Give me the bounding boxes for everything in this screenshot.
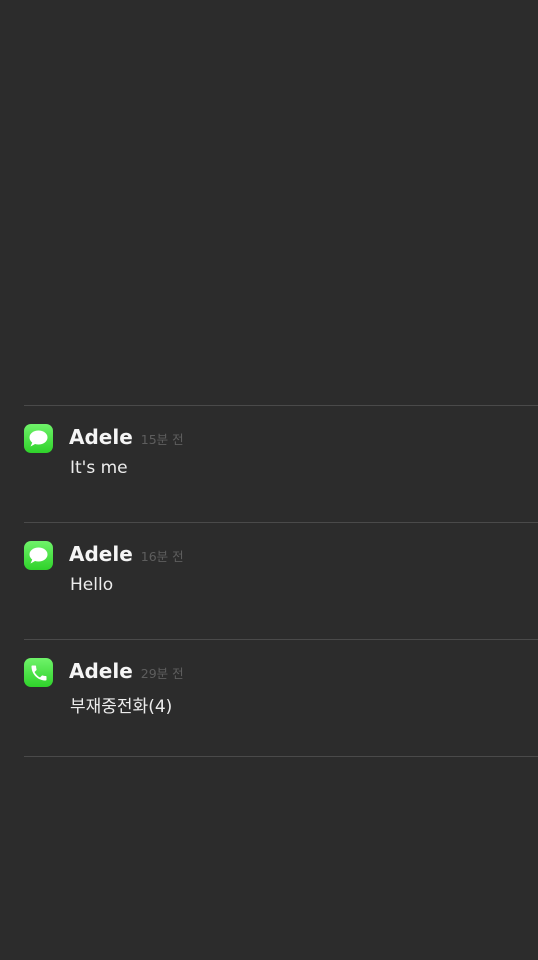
notification-header: Adele 15분 전 — [69, 425, 184, 453]
notification-item[interactable]: Adele 29분 전 부재중전화(4) — [24, 640, 538, 756]
sender-name: Adele — [69, 659, 133, 683]
sender-name: Adele — [69, 542, 133, 566]
notification-header: Adele 29분 전 — [69, 659, 184, 687]
divider — [24, 756, 538, 757]
messages-icon — [24, 541, 53, 570]
timestamp: 29분 전 — [140, 666, 184, 681]
timestamp: 16분 전 — [140, 549, 184, 564]
notification-item[interactable]: Adele 16분 전 Hello — [24, 523, 538, 639]
notification-header: Adele 16분 전 — [69, 542, 184, 570]
message-preview: Hello — [70, 575, 114, 595]
sender-name: Adele — [69, 425, 133, 449]
message-preview: It's me — [70, 458, 128, 478]
phone-icon — [24, 658, 53, 687]
messages-icon — [24, 424, 53, 453]
message-preview: 부재중전화(4) — [70, 697, 173, 717]
lock-screen: { "notifications": [ { "app_icon": "mess… — [0, 0, 538, 960]
timestamp: 15분 전 — [140, 432, 184, 447]
notification-list: Adele 15분 전 It's me Adele 16분 전 Hello Ad… — [24, 405, 538, 757]
notification-item[interactable]: Adele 15분 전 It's me — [24, 406, 538, 522]
